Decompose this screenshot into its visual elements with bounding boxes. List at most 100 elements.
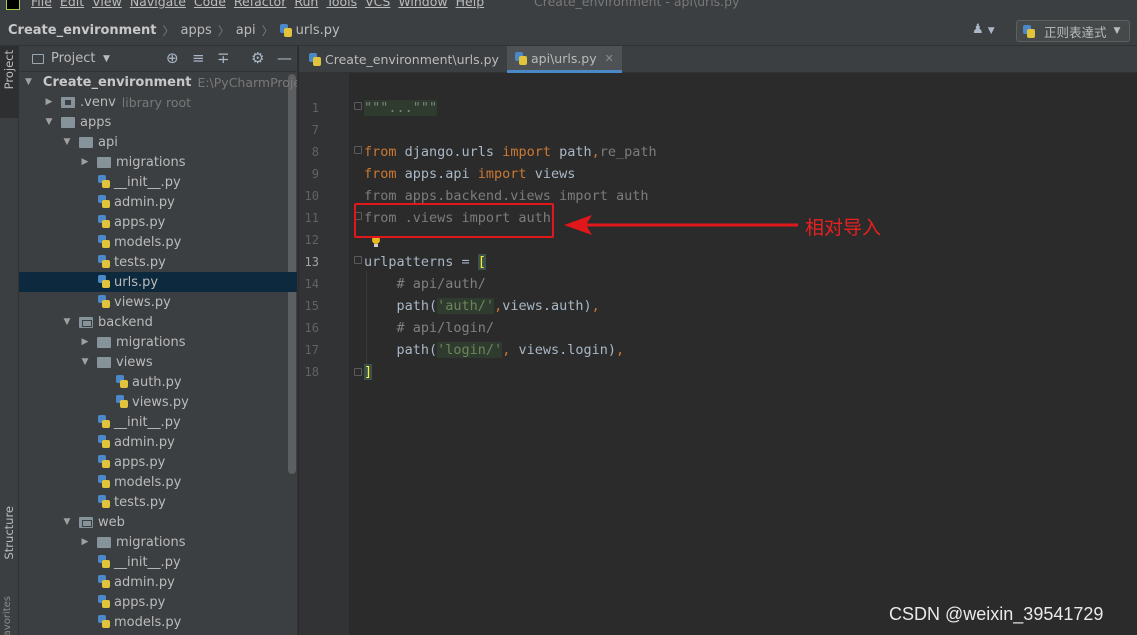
tree-item-file[interactable]: apps.py	[19, 452, 297, 472]
code-line-10[interactable]: from apps.backend.views import auth	[364, 188, 648, 204]
tree-item-views[interactable]: ▼ views	[19, 352, 297, 372]
tree-item-file[interactable]: models.py	[19, 232, 297, 252]
highlight-box	[354, 203, 554, 238]
code-line-13[interactable]: urlpatterns = [	[364, 254, 486, 270]
tree-item-file[interactable]: __init__.py	[19, 552, 297, 572]
tree-item-file[interactable]: __init__.py	[19, 172, 297, 192]
code-line-15[interactable]: path('auth/',views.auth),	[364, 298, 600, 314]
code-line-14[interactable]: # api/auth/	[364, 276, 486, 292]
tree-item-file[interactable]: views.py	[19, 292, 297, 312]
tree-item-label: models.py	[114, 234, 182, 250]
chevron-right-icon[interactable]: ▶	[79, 337, 91, 347]
breadcrumb-api[interactable]: api	[236, 23, 256, 38]
chevron-down-icon[interactable]: ▼	[43, 117, 55, 127]
chevron-down-icon[interactable]: ▼	[79, 357, 91, 367]
chevron-down-icon[interactable]: ▼	[61, 517, 73, 527]
hide-panel-icon[interactable]: —	[277, 49, 292, 67]
tree-item-label: migrations	[116, 334, 186, 350]
project-view-selector[interactable]: Project	[51, 51, 95, 66]
tree-item-venv[interactable]: ▶ .venv library root	[19, 92, 297, 112]
user-button[interactable]: ♟ ▼	[972, 22, 995, 37]
menu-view[interactable]: View	[92, 0, 122, 9]
tree-item-file[interactable]: admin.py	[19, 432, 297, 452]
menu-help[interactable]: Help	[456, 0, 485, 9]
chevron-right-icon[interactable]: ▶	[79, 537, 91, 547]
python-file-icon	[97, 275, 111, 289]
breadcrumb-file[interactable]: urls.py	[296, 23, 340, 38]
menu-edit[interactable]: Edit	[60, 0, 84, 9]
tree-item-web[interactable]: ▼ web	[19, 512, 297, 532]
tree-item-apps[interactable]: ▼ apps	[19, 112, 297, 132]
fold-marker-icon[interactable]	[354, 146, 362, 154]
menu-run[interactable]: Run	[294, 0, 318, 9]
tab-create-environment-urls[interactable]: Create_environment\urls.py ✕	[301, 46, 524, 73]
tree-item-file-selected[interactable]: urls.py	[19, 272, 297, 292]
tree-item-file[interactable]: models.py	[19, 612, 297, 632]
python-file-icon	[97, 575, 111, 589]
python-file-icon	[97, 415, 111, 429]
fold-marker-icon[interactable]	[354, 256, 362, 264]
project-tool-button[interactable]: Project	[0, 46, 19, 118]
tab-api-urls[interactable]: api\urls.py ✕	[507, 46, 622, 73]
tree-item-file[interactable]: admin.py	[19, 192, 297, 212]
chevron-down-icon[interactable]: ▼	[25, 77, 32, 87]
regex-run-config-button[interactable]: 正则表達式 ▼	[1016, 20, 1130, 42]
chevron-right-icon[interactable]: ▶	[79, 157, 91, 167]
breadcrumb-apps[interactable]: apps	[181, 23, 212, 38]
tree-item-file[interactable]: tests.py	[19, 252, 297, 272]
code-line-8[interactable]: from django.urls import path,re_path	[364, 144, 657, 160]
project-panel: Project ▼ ⊕ ≡ ∓ ⚙ — ▼ Create_environment…	[19, 46, 298, 635]
tree-item-label: apps	[80, 114, 112, 130]
menu-vcs[interactable]: VCS	[365, 0, 390, 9]
tree-item-label: auth.py	[132, 374, 182, 390]
menu-refactor[interactable]: Refactor	[234, 0, 286, 9]
menu-tools[interactable]: Tools	[326, 0, 357, 9]
tree-item-file[interactable]: admin.py	[19, 572, 297, 592]
menu-file[interactable]: File	[31, 0, 52, 9]
tree-item-label: Create_environment	[42, 74, 192, 90]
tree-item-file[interactable]: tests.py	[19, 492, 297, 512]
chevron-right-icon: 〉	[261, 24, 274, 38]
code-line-9[interactable]: from apps.api import views	[364, 166, 575, 182]
folder-icon	[79, 316, 93, 328]
tree-item-file[interactable]: apps.py	[19, 212, 297, 232]
chevron-down-icon[interactable]: ▼	[103, 54, 110, 64]
tree-item-api[interactable]: ▼ api	[19, 132, 297, 152]
fold-marker-icon[interactable]	[354, 368, 362, 376]
code-line-1[interactable]: """..."""	[364, 100, 438, 116]
chevron-down-icon[interactable]: ▼	[61, 137, 73, 147]
person-icon: ♟	[972, 22, 984, 37]
favorites-tool-button[interactable]: Favorites	[2, 596, 13, 635]
tree-item-file[interactable]: __init__.py	[19, 412, 297, 432]
python-file-icon	[97, 615, 111, 629]
chevron-down-icon[interactable]: ▼	[61, 317, 73, 327]
menu-window[interactable]: Window	[398, 0, 447, 9]
breadcrumb-project[interactable]: Create_environment	[8, 23, 157, 38]
code-line-18[interactable]: ]	[364, 364, 373, 380]
tree-item-file[interactable]: models.py	[19, 472, 297, 492]
line-number: 17	[304, 343, 319, 357]
code-line-16[interactable]: # api/login/	[364, 320, 495, 336]
folder-icon	[61, 116, 75, 128]
gear-icon[interactable]: ⚙	[251, 49, 264, 67]
tree-item-file[interactable]: auth.py	[19, 372, 297, 392]
chevron-right-icon[interactable]: ▶	[43, 97, 55, 107]
tree-item-migrations[interactable]: ▶ migrations	[19, 152, 297, 172]
fold-marker-icon[interactable]	[354, 102, 362, 110]
menu-code[interactable]: Code	[194, 0, 226, 9]
navigation-bar: Create_environment 〉 apps 〉 api 〉 urls.p…	[0, 12, 1137, 46]
structure-tool-button[interactable]: Structure	[2, 506, 16, 560]
expand-all-icon[interactable]: ≡	[192, 49, 205, 67]
tree-item-migrations[interactable]: ▶ migrations	[19, 532, 297, 552]
close-icon[interactable]: ✕	[605, 52, 614, 65]
tree-item-file[interactable]: apps.py	[19, 592, 297, 612]
tree-item-migrations[interactable]: ▶ migrations	[19, 332, 297, 352]
tree-item-label: api	[98, 134, 118, 150]
menu-navigate[interactable]: Navigate	[130, 0, 186, 9]
tree-item-root[interactable]: ▼ Create_environment E:\PyCharmProject	[19, 72, 297, 92]
locate-file-icon[interactable]: ⊕	[166, 49, 179, 67]
collapse-all-icon[interactable]: ∓	[217, 49, 230, 67]
tree-item-backend[interactable]: ▼ backend	[19, 312, 297, 332]
tree-item-file[interactable]: views.py	[19, 392, 297, 412]
code-line-17[interactable]: path('login/', views.login),	[364, 342, 624, 358]
